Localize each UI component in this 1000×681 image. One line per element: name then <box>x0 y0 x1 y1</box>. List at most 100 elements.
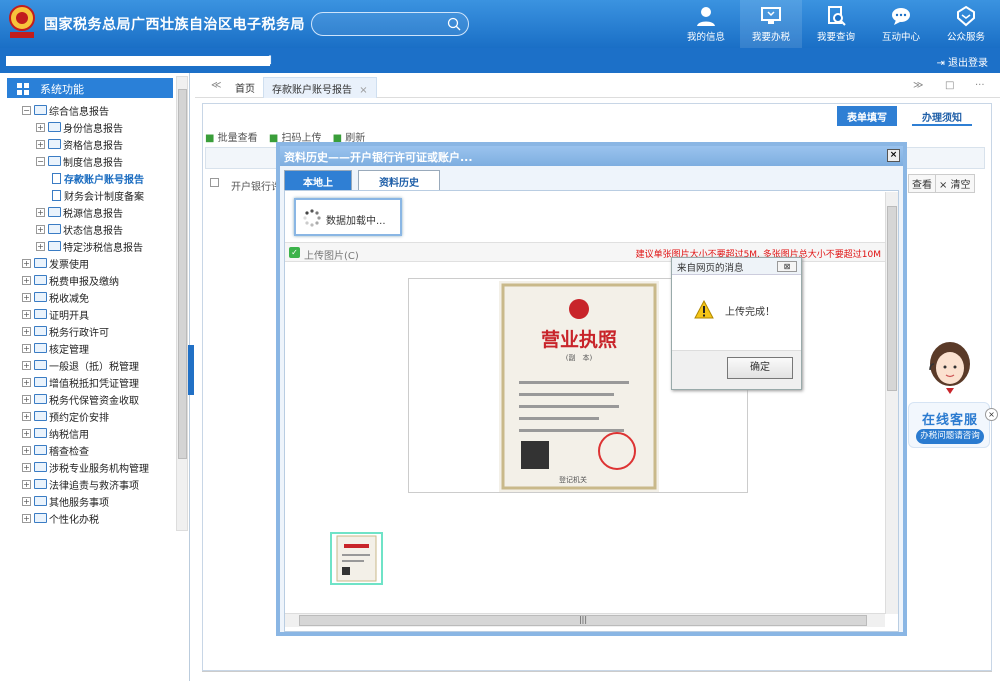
expand-icon[interactable]: + <box>22 513 31 523</box>
folder-icon <box>48 224 61 234</box>
tree-node[interactable]: 财务会计制度备案 <box>52 187 144 203</box>
expand-icon[interactable]: + <box>22 275 31 285</box>
user-icon <box>697 7 715 26</box>
dialog-vscroll-thumb[interactable] <box>887 206 897 391</box>
tab-notice[interactable]: 办理须知 <box>912 106 972 126</box>
tree-node[interactable]: + 税务代保管资金收取 <box>22 391 139 407</box>
search-icon[interactable] <box>447 17 461 31</box>
sidebar-scrollbar[interactable] <box>176 76 188 531</box>
expand-icon[interactable]: + <box>36 122 45 132</box>
tree-node[interactable]: + 状态信息报告 <box>36 221 123 237</box>
customer-service-avatar[interactable] <box>920 336 980 408</box>
tree-node[interactable]: + 资格信息报告 <box>36 136 123 152</box>
nav-query[interactable]: 我要查询 <box>805 0 867 48</box>
tree-node[interactable]: − 制度信息报告 <box>36 153 123 169</box>
sidebar-collapse-handle[interactable] <box>188 345 194 395</box>
tree-node[interactable]: + 特定涉税信息报告 <box>36 238 143 254</box>
dialog-close-button[interactable]: × <box>887 149 900 162</box>
tree-node[interactable]: + 一般退（抵）税管理 <box>22 357 139 373</box>
tab-home[interactable]: 首页 <box>227 77 263 98</box>
loading-text: 数据加载中... <box>326 216 386 227</box>
expand-icon[interactable]: + <box>22 479 31 489</box>
dialog-horizontal-scrollbar[interactable]: ||| <box>285 613 885 627</box>
tax-emblem-logo <box>9 5 35 38</box>
header-search-input[interactable] <box>311 12 469 36</box>
monitor-icon <box>761 7 781 24</box>
webpage-message-box: 来自网页的消息 ⊠ 上传完成！ 确定 <box>671 257 802 390</box>
online-service-consult-button[interactable]: 办税问题请咨询 <box>916 429 984 444</box>
tab-maximize[interactable]: □ <box>937 77 962 98</box>
expand-icon[interactable]: + <box>22 445 31 455</box>
tree-node[interactable]: + 身份信息报告 <box>36 119 123 135</box>
message-box-title-bar[interactable]: 来自网页的消息 ⊠ <box>672 258 801 275</box>
expand-icon[interactable]: + <box>22 496 31 506</box>
clear-button[interactable]: × 清空 <box>935 174 975 193</box>
tab-more[interactable]: ··· <box>967 77 993 98</box>
expand-icon[interactable]: + <box>22 309 31 319</box>
row-checkbox[interactable] <box>210 178 219 187</box>
tree-node[interactable]: + 纳税信用 <box>22 425 89 441</box>
batch-view-button[interactable]: ■ 批量查看 <box>205 133 258 144</box>
expand-icon[interactable]: + <box>36 207 45 217</box>
tree-node-label: 纳税信用 <box>49 429 89 441</box>
tree-node[interactable]: + 涉税专业服务机构管理 <box>22 459 149 475</box>
tab-scroll-right[interactable]: ≫ <box>905 77 931 98</box>
expand-icon[interactable]: + <box>22 326 31 336</box>
tree-node[interactable]: + 个性化办税 <box>22 510 99 526</box>
nav-interaction[interactable]: 互动中心 <box>870 0 932 48</box>
tree-node[interactable]: + 发票使用 <box>22 255 89 271</box>
nav-public-service[interactable]: 公众服务 <box>935 0 997 48</box>
tree-node[interactable]: + 税务行政许可 <box>22 323 109 339</box>
dialog-hscroll-thumb[interactable]: ||| <box>299 615 867 626</box>
tab-scroll-left[interactable]: ≪ <box>203 77 229 98</box>
view-button[interactable]: 查看 <box>908 174 936 193</box>
expand-icon[interactable]: + <box>22 343 31 353</box>
tree-node[interactable]: + 税费申报及缴纳 <box>22 272 119 288</box>
tree-node[interactable]: + 税收减免 <box>22 289 89 305</box>
tree-node[interactable]: + 证明开具 <box>22 306 89 322</box>
collapse-icon[interactable]: − <box>36 156 45 166</box>
expand-icon[interactable]: + <box>22 360 31 370</box>
tree-node[interactable]: + 法律追责与救济事项 <box>22 476 139 492</box>
expand-icon[interactable]: + <box>36 139 45 149</box>
expand-icon[interactable]: + <box>22 258 31 268</box>
tab-deposit-account-report[interactable]: 存款账户账号报告 × <box>263 77 377 98</box>
tree-node[interactable]: + 稽查检查 <box>22 442 89 458</box>
expand-icon[interactable]: + <box>36 241 45 251</box>
online-service-widget[interactable]: 在线客服 办税问题请咨询 <box>908 402 990 448</box>
tree-node[interactable]: + 预约定价安排 <box>22 408 109 424</box>
expand-icon[interactable]: + <box>22 428 31 438</box>
tree-node[interactable]: + 核定管理 <box>22 340 89 356</box>
tree-node[interactable]: + 其他服务事项 <box>22 493 109 509</box>
nav-my-info[interactable]: 我的信息 <box>675 0 737 48</box>
uploaded-thumbnail[interactable] <box>330 532 383 585</box>
address-field[interactable] <box>6 56 270 66</box>
tree-node[interactable]: + 增值税抵扣凭证管理 <box>22 374 139 390</box>
message-box-close-button[interactable]: ⊠ <box>777 261 797 272</box>
tab-form-fill[interactable]: 表单填写 <box>837 106 897 126</box>
logout-button[interactable]: ⇥ 退出登录 <box>936 54 988 69</box>
dialog-title-bar[interactable]: 资料历史——开户银行许可证或账户... × <box>280 146 903 166</box>
expand-icon[interactable]: + <box>22 292 31 302</box>
nav-do-tax[interactable]: 我要办税 <box>740 0 802 48</box>
tab-close-icon[interactable]: × <box>359 85 367 96</box>
tree-node[interactable]: + 税源信息报告 <box>36 204 123 220</box>
expand-icon[interactable]: + <box>22 462 31 472</box>
tree-node-label: 证明开具 <box>49 310 89 322</box>
tab-material-history[interactable]: 资料历史 <box>358 170 440 190</box>
expand-icon[interactable]: + <box>22 377 31 387</box>
dialog-vertical-scrollbar[interactable] <box>885 192 898 614</box>
tab-label: 存款账户账号报告 <box>272 85 352 96</box>
ok-button[interactable]: 确定 <box>727 357 793 379</box>
tree-node[interactable]: 存款账户账号报告 <box>52 170 144 186</box>
expand-icon[interactable]: + <box>22 411 31 421</box>
online-service-close-button[interactable]: × <box>985 408 998 421</box>
collapse-icon[interactable]: − <box>22 105 31 115</box>
expand-icon[interactable]: + <box>36 224 45 234</box>
tab-local-upload[interactable]: 本地上传 <box>284 170 352 204</box>
upload-checkbox[interactable]: ✓ <box>289 247 300 258</box>
expand-icon[interactable]: + <box>22 394 31 404</box>
tree-node[interactable]: − 综合信息报告 <box>22 102 109 118</box>
upload-label[interactable]: 上传图片(C) <box>304 247 359 262</box>
sidebar-scroll-thumb[interactable] <box>178 89 187 459</box>
